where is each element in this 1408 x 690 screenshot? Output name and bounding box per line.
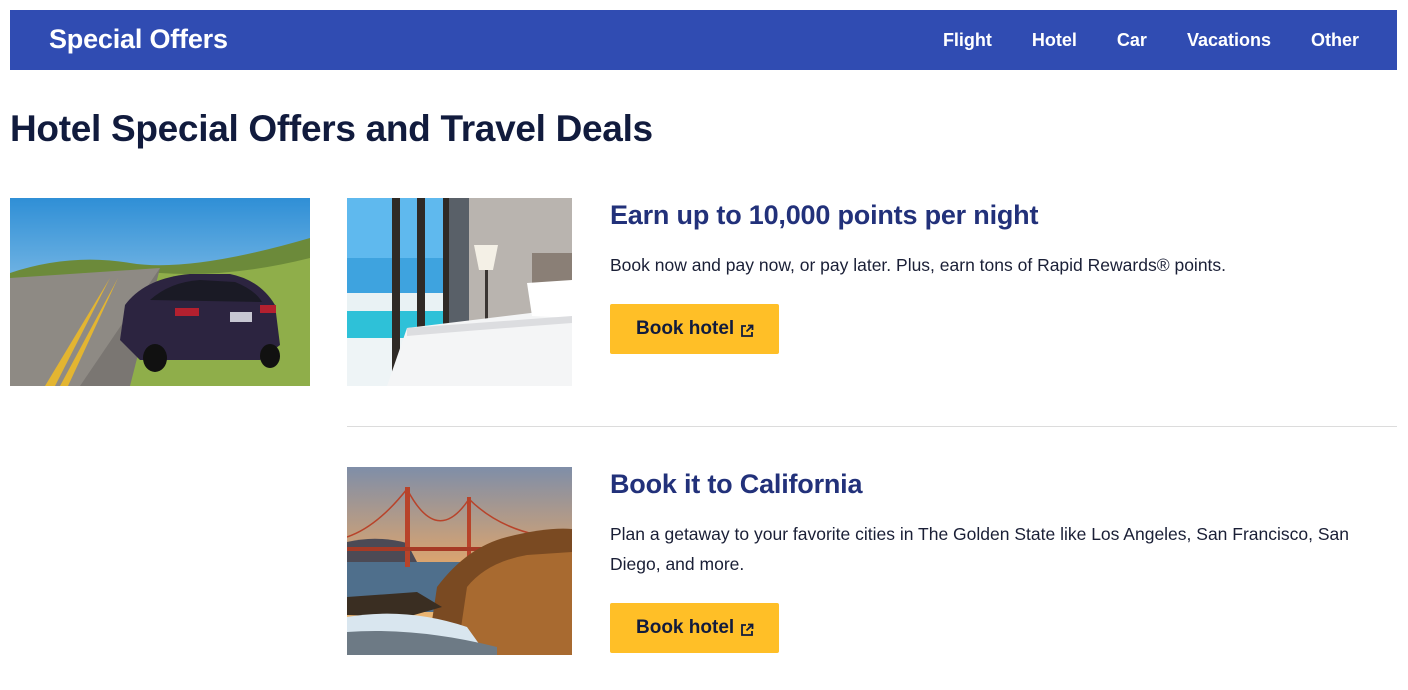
offer-card-california: Book it to California Plan a getaway to … [610, 465, 1390, 653]
divider [347, 426, 1397, 427]
brand-title[interactable]: Special Offers [49, 10, 228, 68]
top-nav: Special Offers Flight Hotel Car Vacation… [10, 10, 1397, 70]
external-link-icon [740, 322, 754, 337]
offer-title[interactable]: Book it to California [610, 465, 1390, 503]
button-label: Book hotel [636, 617, 735, 638]
nav-link-vacations[interactable]: Vacations [1187, 30, 1271, 51]
offer-description: Book now and pay now, or pay later. Plus… [610, 255, 1227, 275]
car-image[interactable] [10, 198, 310, 386]
book-hotel-button[interactable]: Book hotel [610, 304, 780, 354]
nav-link-flight[interactable]: Flight [943, 30, 992, 51]
book-hotel-button[interactable]: Book hotel [610, 603, 780, 653]
page-title: Hotel Special Offers and Travel Deals [10, 108, 653, 149]
nav-links: Flight Hotel Car Vacations Other [943, 10, 1359, 70]
offer-title[interactable]: Earn up to 10,000 points per night [610, 196, 1390, 234]
nav-link-hotel[interactable]: Hotel [1032, 30, 1077, 51]
offer-card-points: Earn up to 10,000 points per night Book … [610, 196, 1390, 354]
golden-gate-image[interactable] [347, 467, 572, 655]
nav-link-other[interactable]: Other [1311, 30, 1359, 51]
external-link-icon [740, 621, 754, 636]
button-label: Book hotel [636, 318, 735, 339]
nav-link-car[interactable]: Car [1117, 30, 1147, 51]
hotel-room-image[interactable] [347, 198, 572, 386]
offer-description: Plan a getaway to your favorite cities i… [610, 524, 1349, 574]
